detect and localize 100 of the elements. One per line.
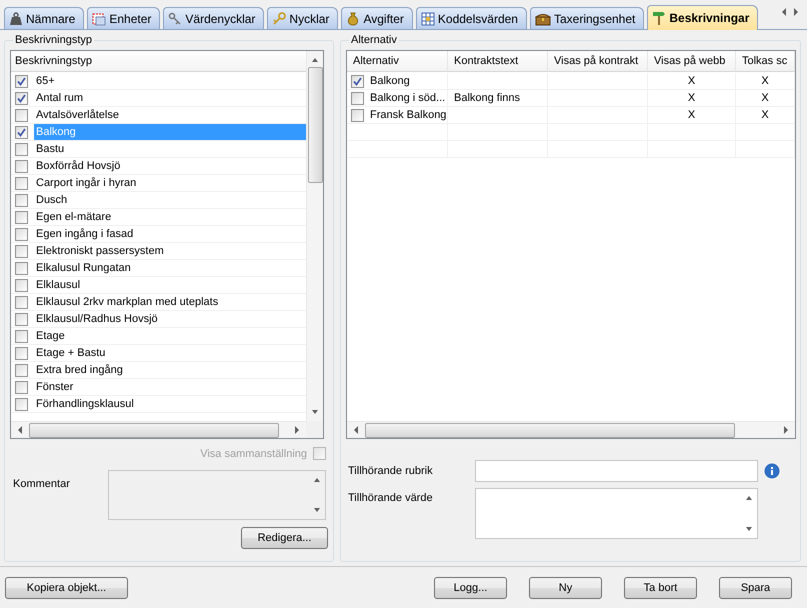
signpost-icon [652,11,666,25]
checkbox[interactable] [15,160,28,172]
scroll-right-icon[interactable] [294,426,300,434]
chest-icon [534,12,551,26]
comment-field[interactable] [108,470,326,520]
checkbox[interactable] [15,92,28,104]
list-item[interactable]: Boxförråd Hovsjö [34,158,306,174]
scroll-left-icon[interactable] [781,8,787,16]
list-item[interactable]: Avtalsöverlåtelse [34,107,306,123]
tab[interactable]: Taxeringsenhet [530,7,644,29]
checkbox[interactable] [15,142,28,156]
group-title: Beskrivningstyp [14,34,94,46]
value-field[interactable] [475,488,758,539]
checkbox[interactable] [15,346,28,360]
checkbox[interactable] [15,244,28,258]
money-bag-icon [346,12,360,26]
action-button[interactable]: Ny [529,576,602,598]
vertical-scrollbar[interactable] [306,51,323,421]
list-item[interactable]: Carport ingår i hyran [34,175,306,191]
table-cell: Balkong finns [454,92,520,104]
list-item[interactable]: Förhandlingsklausul [34,396,306,412]
checkbox[interactable] [15,74,28,88]
list-item[interactable]: Elklausul [34,277,306,293]
list-item[interactable]: Egen el-mätare [34,209,306,225]
checkbox[interactable] [15,330,28,342]
checkbox[interactable] [15,312,28,326]
column-header[interactable]: Visas på kontrakt [548,51,648,72]
heading-field[interactable] [475,460,758,482]
scroll-up-icon[interactable] [311,57,319,63]
checkbox[interactable] [15,380,28,394]
list-item[interactable]: Dusch [34,192,306,208]
list-item[interactable]: Fönster [34,379,306,395]
list-item[interactable]: Antal rum [34,90,306,106]
copy-button[interactable]: Kopiera objekt... [5,576,128,598]
list-item[interactable]: Extra bred ingång [34,362,306,378]
column-header[interactable]: Visas på webb [648,51,736,72]
checkbox[interactable] [351,92,364,104]
tab[interactable]: Nämnare [4,7,84,29]
list-item[interactable]: Elklausul 2rkv markplan med uteplats [34,294,306,310]
table-cell: X [761,75,769,87]
edit-button[interactable]: Redigera... [241,527,328,549]
list-item[interactable]: Elektroniskt passersystem [34,243,306,259]
horizontal-scrollbar[interactable] [347,421,795,438]
tab[interactable]: Koddelsvärden [416,7,527,29]
checkbox[interactable] [15,398,28,410]
column-header[interactable]: Alternativ [347,51,448,72]
field-label: Tillhörande värde [348,492,434,504]
comment-label: Kommentar [13,478,71,490]
scroll-up-icon[interactable] [745,495,753,501]
action-button[interactable]: Ta bort [624,576,697,598]
checkbox-label: Visa sammanställning [200,448,307,460]
list-item[interactable]: Bastu [34,141,306,157]
checkbox[interactable] [15,296,28,308]
checkbox[interactable] [15,210,28,224]
list-item[interactable]: Egen ingång i fasad [34,226,306,242]
checkbox[interactable] [351,74,364,88]
table-cell: X [761,109,769,121]
scroll-right-icon[interactable] [783,426,789,434]
list-item[interactable]: Elkalusul Rungatan [34,260,306,276]
tab[interactable]: Värdenycklar [163,7,264,29]
table-cell: Fransk Balkong [370,109,446,121]
tab[interactable]: Avgifter [341,7,413,29]
checkbox[interactable] [351,108,364,122]
list-item[interactable]: 65+ [34,73,306,89]
horizontal-scrollbar[interactable] [11,421,306,438]
checkbox[interactable] [15,108,28,122]
grid-icon [420,12,435,26]
list-item[interactable]: Elklausul/Radhus Hovsjö [34,311,306,327]
tab[interactable]: Enheter [87,7,160,29]
checkbox[interactable] [15,364,28,376]
selection-icon [92,12,106,26]
column-header[interactable]: Tolkas sc [736,51,795,72]
info-icon[interactable] [764,463,780,479]
table-cell: Balkong i söd... [370,92,446,104]
list-item[interactable]: Etage [34,328,306,344]
scroll-down-icon[interactable] [313,507,321,513]
column-header[interactable]: Kontraktstext [448,51,548,72]
key-icon [272,12,286,26]
weight-icon [9,12,23,26]
group-title: Alternativ [350,34,398,46]
scroll-down-icon[interactable] [311,409,319,415]
field-label: Tillhörande rubrik [348,465,434,477]
scroll-right-icon[interactable] [793,8,799,16]
checkbox[interactable] [15,194,28,206]
tab[interactable]: Beskrivningar [647,5,758,30]
checkbox[interactable] [15,262,28,274]
list-item[interactable]: Etage + Bastu [34,345,306,361]
scroll-up-icon[interactable] [313,477,321,483]
checkbox[interactable] [15,126,28,138]
scrollbar-corner [306,421,323,438]
tab[interactable]: Nycklar [267,7,338,29]
checkbox[interactable] [15,176,28,190]
scroll-left-icon[interactable] [353,426,359,434]
action-button[interactable]: Spara [719,576,792,598]
checkbox[interactable] [15,228,28,240]
scroll-down-icon[interactable] [745,526,753,532]
table-cell: X [688,92,696,104]
checkbox[interactable] [15,278,28,292]
scroll-left-icon[interactable] [17,426,23,434]
action-button[interactable]: Logg... [434,576,507,598]
